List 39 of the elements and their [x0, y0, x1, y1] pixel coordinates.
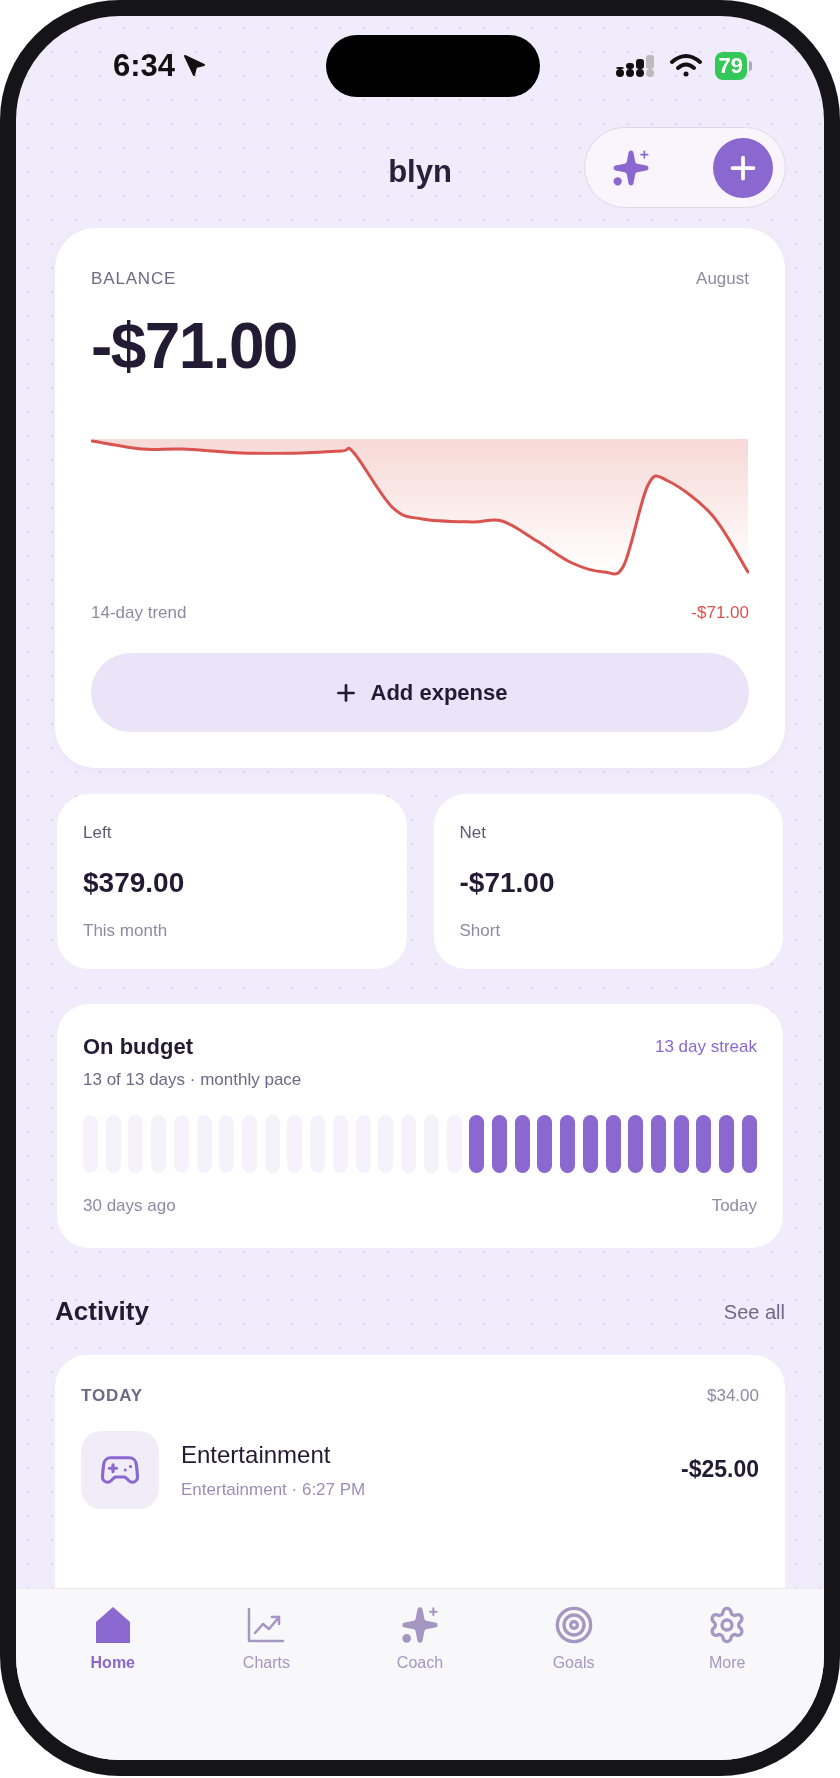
- tab-item[interactable]: Coach: [365, 1605, 475, 1689]
- battery-indicator: 79: [714, 52, 752, 80]
- range-start-label: 30 days ago: [83, 1194, 176, 1217]
- stat-caption: This month: [83, 919, 169, 942]
- transaction-title: Entertainment: [181, 1439, 332, 1470]
- sparkles-icon: [400, 1605, 440, 1645]
- tab-item[interactable]: Charts: [211, 1605, 322, 1689]
- balance-amount: -$71.00: [91, 313, 298, 378]
- range-end-label: Today: [711, 1194, 757, 1217]
- status-time: 6:34: [113, 46, 176, 85]
- stat-value: $379.00: [83, 865, 186, 900]
- trend-label: 14-day trend: [91, 601, 187, 624]
- stat-caption: Short: [459, 919, 502, 942]
- group-total: $34.00: [707, 1385, 759, 1407]
- budget-title: On budget: [83, 1033, 193, 1061]
- activity-heading: Activity: [55, 1295, 149, 1328]
- transaction-amount: -$25.00: [681, 1455, 759, 1485]
- stat-label: Net: [459, 822, 487, 844]
- add-button[interactable]: [713, 137, 773, 198]
- see-all-link[interactable]: See all: [723, 1296, 785, 1327]
- month-label: August: [696, 268, 749, 290]
- wifi-icon: [668, 53, 703, 79]
- signal-icon: [614, 53, 657, 79]
- balance-label: BALANCE: [91, 268, 177, 290]
- tab-item[interactable]: More: [672, 1605, 783, 1689]
- location-arrow-icon: [183, 54, 208, 78]
- tab-item[interactable]: Goals: [518, 1605, 629, 1689]
- tab-item[interactable]: Home: [57, 1605, 168, 1689]
- line-chart-icon: [246, 1605, 287, 1645]
- app-title: blyn: [388, 152, 452, 191]
- streak-label: 13 day streak: [654, 1035, 757, 1058]
- transaction-subtitle: Entertainment · 6:27 PM: [181, 1478, 367, 1501]
- stat-label: Left: [83, 822, 113, 844]
- stat-value: -$71.00: [459, 865, 556, 900]
- budget-subtitle: 13 of 13 days · monthly pace: [83, 1069, 303, 1091]
- trend-end-value: -$71.00: [691, 601, 749, 624]
- target-icon: [553, 1605, 594, 1645]
- add-expense-button[interactable]: Add expense: [91, 653, 749, 732]
- group-label: TODAY: [81, 1385, 143, 1407]
